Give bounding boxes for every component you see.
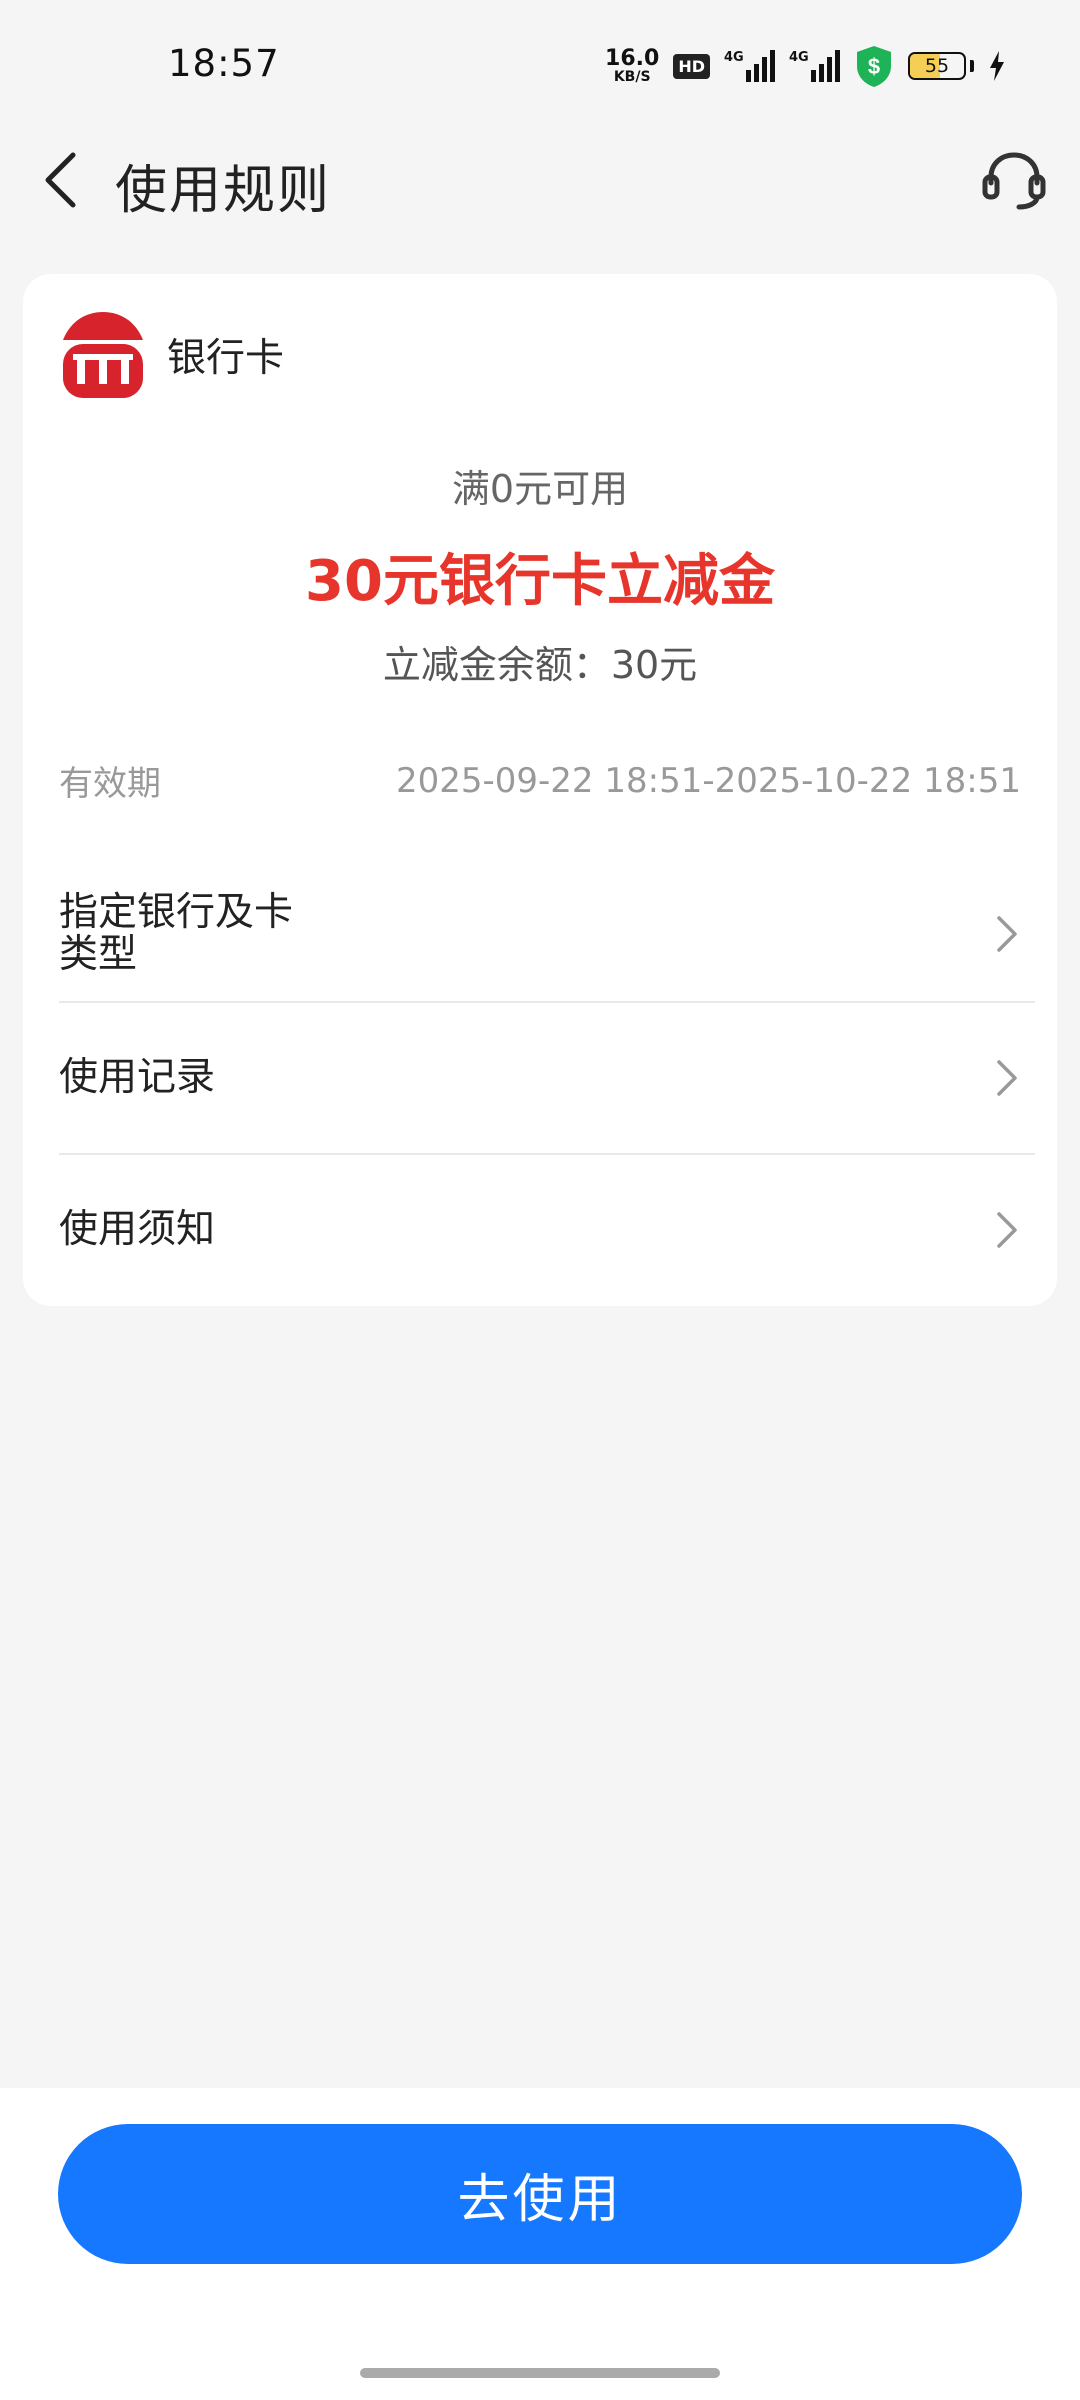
battery-icon: 55 [908, 52, 974, 80]
customer-service-button[interactable] [976, 142, 1052, 218]
usage-threshold: 满0元可用 [451, 467, 629, 511]
use-now-button[interactable]: 去使用 [58, 2124, 1022, 2264]
bank-logo-icon [63, 312, 143, 398]
page-title: 使用规则 [115, 161, 332, 221]
svg-text:$: $ [868, 54, 880, 79]
chevron-right-icon [997, 1060, 1017, 1096]
signal-type-label: 4G [724, 50, 744, 65]
coupon-card: 银行卡 满0元可用 30元银行卡立减金 立减金余额：30元 有效期 2025-0… [23, 274, 1057, 1306]
validity-row: 有效期 2025-09-22 18:51-2025-10-22 18:51 [59, 756, 1021, 805]
chevron-left-icon [45, 152, 76, 208]
status-icons: 16.0 KB/S HD 4G 4G $ 55 [605, 40, 1006, 92]
hd-icon: HD [673, 53, 710, 79]
headset-icon [982, 152, 1046, 210]
security-shield-icon: $ [857, 46, 891, 87]
validity-period: 2025-09-22 18:51-2025-10-22 18:51 [395, 760, 1021, 801]
signal-type-label: 4G [789, 50, 809, 65]
app-header: 使用规则 [0, 136, 1080, 222]
network-speed-value: 16.0 [605, 46, 660, 71]
menu-item-usage-notice[interactable]: 使用须知 [59, 1155, 1035, 1305]
coupon-balance: 立减金余额：30元 [382, 643, 698, 687]
validity-label: 有效期 [59, 764, 161, 804]
card-header: 银行卡 [61, 310, 284, 400]
menu-item-usage-records[interactable]: 使用记录 [59, 1003, 1035, 1153]
back-button[interactable] [30, 144, 90, 216]
menu-item-label: 使用记录 [59, 1054, 216, 1100]
charging-bolt-icon [990, 51, 1004, 81]
status-time: 18:57 [168, 42, 280, 85]
chevron-right-icon [997, 1212, 1017, 1248]
chevron-right-icon [997, 916, 1017, 952]
menu-item-label: 使用须知 [59, 1206, 216, 1252]
menu-item-label: 指定银行及卡类型 [59, 889, 294, 977]
signal-icon: 4G [724, 50, 775, 82]
home-indicator[interactable] [360, 2368, 720, 2378]
battery-level: 55 [924, 55, 950, 77]
bottom-action-bar: 去使用 [0, 2088, 1080, 2400]
signal-icon: 4G [789, 50, 840, 82]
network-speed-unit: KB/S [613, 69, 651, 85]
card-type-label: 银行卡 [167, 336, 285, 381]
network-speed: 16.0 KB/S [605, 46, 660, 85]
coupon-title: 30元银行卡立减金 [305, 549, 775, 614]
status-bar: 18:57 16.0 KB/S HD 4G 4G $ 55 [0, 0, 1080, 136]
menu-item-designated-bank[interactable]: 指定银行及卡类型 [59, 864, 1035, 1004]
